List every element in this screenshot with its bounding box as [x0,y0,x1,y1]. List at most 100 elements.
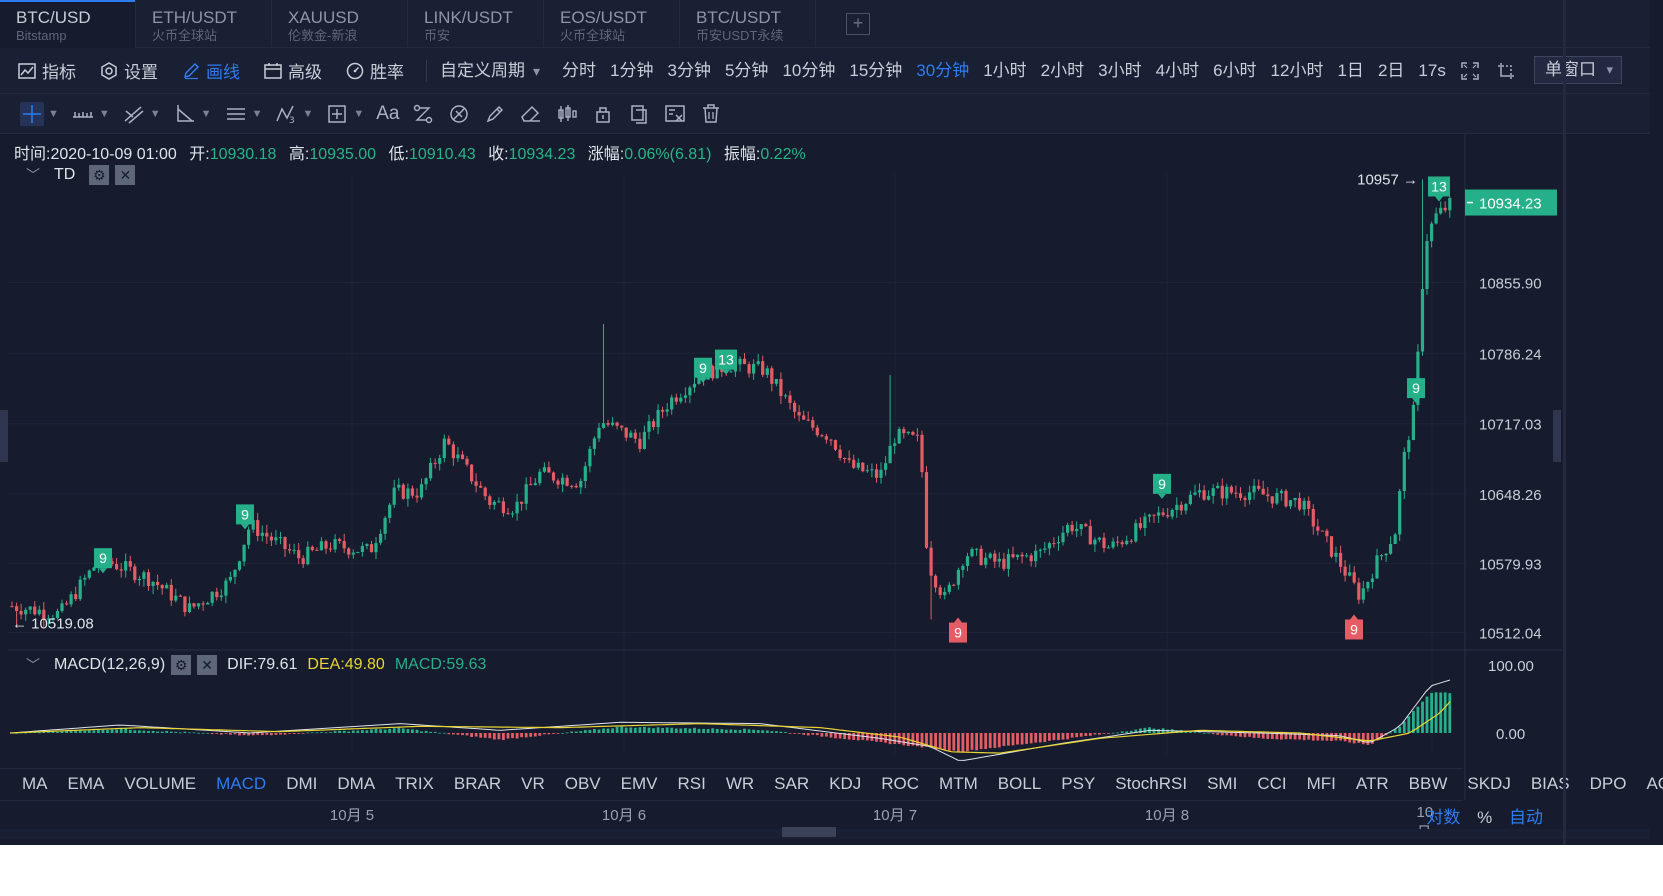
fullscreen-button[interactable] [1457,56,1489,86]
indicator-tab[interactable]: StochRSI [1105,774,1197,794]
indicator-tab[interactable]: RSI [668,774,716,794]
wave-tool[interactable]: 3 ▼ [274,99,313,129]
angle-tool[interactable]: ▼ [173,99,212,129]
indicator-tab[interactable]: MACD [206,774,276,794]
indicator-tab[interactable]: CCI [1247,774,1296,794]
hide-drawings-tool[interactable] [663,99,687,129]
pattern-tool[interactable] [411,99,435,129]
tab-symbol-name: XAUUSD [288,8,359,27]
left-panel-toggle[interactable] [0,410,8,462]
period-option[interactable]: 1日 [1330,56,1370,86]
symbol-tab[interactable]: EOS/USDT 火币全球站 [544,0,680,48]
period-option[interactable]: 12小时 [1264,56,1331,86]
indicator-tab[interactable]: EMA [58,774,115,794]
scrollbar-thumb[interactable] [782,827,836,837]
candle-body [629,432,633,438]
indicator-tab[interactable]: PSY [1051,774,1105,794]
indicator-tab[interactable]: MFI [1297,774,1346,794]
percent-scale-toggle[interactable]: % [1477,808,1492,827]
high-label: 高: [288,146,310,163]
gear-icon[interactable]: ⚙ [89,165,110,185]
angle-icon [173,102,197,126]
macd-histogram-bar [552,733,555,734]
symbol-tab[interactable]: XAUUSD 伦敦金-新浪 [272,0,408,48]
indicator-tab[interactable]: VOLUME [114,774,206,794]
chevron-down-icon[interactable]: ﹀ [26,655,40,675]
parallel-lines-tool[interactable]: ▼ [224,99,262,129]
period-option[interactable]: 4小时 [1149,56,1206,86]
period-option[interactable]: 15分钟 [842,56,909,86]
close-icon[interactable]: ✕ [115,165,136,185]
indicator-tab[interactable]: SKDJ [1457,774,1520,794]
indicator-tab[interactable]: OBV [555,774,611,794]
indicator-tab[interactable]: MTM [929,774,988,794]
advanced-button[interactable]: 高级 [258,56,328,86]
custom-period-dropdown[interactable]: 自定义周期 [433,56,547,86]
indicator-button[interactable]: 指标 [12,56,82,86]
crosshair-tool[interactable]: ▼ [20,99,59,129]
indicator-tab[interactable]: SMI [1197,774,1247,794]
winrate-button[interactable]: 胜率 [340,56,410,86]
indicator-tab[interactable]: DMA [327,774,385,794]
candle-pattern-tool[interactable] [555,99,579,129]
symbol-tab[interactable]: LINK/USDT 币安 [408,0,544,48]
brush-tool[interactable] [483,99,507,129]
vertical-scrollbar[interactable] [1563,0,1566,845]
indicator-tab[interactable]: VR [511,774,555,794]
indicator-tab[interactable]: MA [12,774,58,794]
right-panel-toggle[interactable] [1553,410,1561,462]
delete-drawings-tool[interactable] [699,99,723,129]
gear-icon[interactable]: ⚙ [171,655,192,675]
period-option[interactable]: 2日 [1371,56,1411,86]
indicator-tab[interactable]: WR [716,774,764,794]
period-option[interactable]: 分时 [555,56,603,86]
symbol-tab[interactable]: BTC/USD Bitstamp [0,0,136,48]
indicator-tab[interactable]: BIAS [1521,774,1580,794]
candle-body [1088,526,1092,545]
indicator-tab[interactable]: ATR [1346,774,1399,794]
period-option[interactable]: 17s [1411,56,1452,86]
period-option[interactable]: 3小时 [1091,56,1148,86]
period-option[interactable]: 5分钟 [718,56,775,86]
lock-tool[interactable] [591,99,615,129]
indicator-tab[interactable]: EMV [611,774,668,794]
copy-tool[interactable] [627,99,651,129]
indicator-tab[interactable]: AO [1636,774,1663,794]
snapshot-button[interactable] [1493,56,1525,86]
eraser-tool[interactable] [519,99,543,129]
period-option[interactable]: 10分钟 [775,56,842,86]
horizontal-line-tool[interactable]: ▼ [71,99,110,129]
single-window-dropdown[interactable]: 单窗口 [1534,56,1622,84]
text-tool[interactable]: Aa [376,99,399,129]
indicator-tab[interactable]: BBW [1399,774,1458,794]
period-option[interactable]: 30分钟 [909,56,976,86]
symbol-tab[interactable]: BTC/USDT 币安USDT永续 [680,0,816,48]
trend-line-tool[interactable]: ▼ [122,99,161,129]
indicator-tab[interactable]: TRIX [385,774,444,794]
price-chart[interactable]: 10855.90 10786.24 10717.03 10648.26 10579.93… [0,134,1563,800]
draw-button[interactable]: 画线 [176,56,246,86]
magnet-tool[interactable] [447,99,471,129]
log-scale-toggle[interactable]: 对数 [1426,808,1460,827]
indicator-tab[interactable]: KDJ [819,774,871,794]
close-icon[interactable]: ✕ [197,655,218,675]
period-option[interactable]: 1小时 [976,56,1033,86]
period-option[interactable]: 2小时 [1034,56,1091,86]
indicator-tab[interactable]: BRAR [444,774,511,794]
symbol-tab[interactable]: ETH/USDT 火币全球站 [136,0,272,48]
settings-button[interactable]: 设置 [94,56,164,86]
indicator-tab[interactable]: SAR [764,774,819,794]
indicator-tab[interactable]: ROC [871,774,929,794]
period-option[interactable]: 3分钟 [661,56,718,86]
macd-histogram-bar [797,733,801,734]
measure-tool[interactable]: ▼ [325,99,364,129]
period-option[interactable]: 1分钟 [603,56,660,86]
add-tab-button[interactable]: + [846,13,870,35]
candle-body [1243,497,1247,500]
period-option[interactable]: 6小时 [1206,56,1263,86]
indicator-tab[interactable]: BOLL [988,774,1051,794]
indicator-tab[interactable]: DPO [1580,774,1637,794]
indicator-tab[interactable]: DMI [276,774,327,794]
auto-scale-toggle[interactable]: 自动 [1509,808,1543,827]
chevron-down-icon[interactable]: ﹀ [26,165,40,185]
